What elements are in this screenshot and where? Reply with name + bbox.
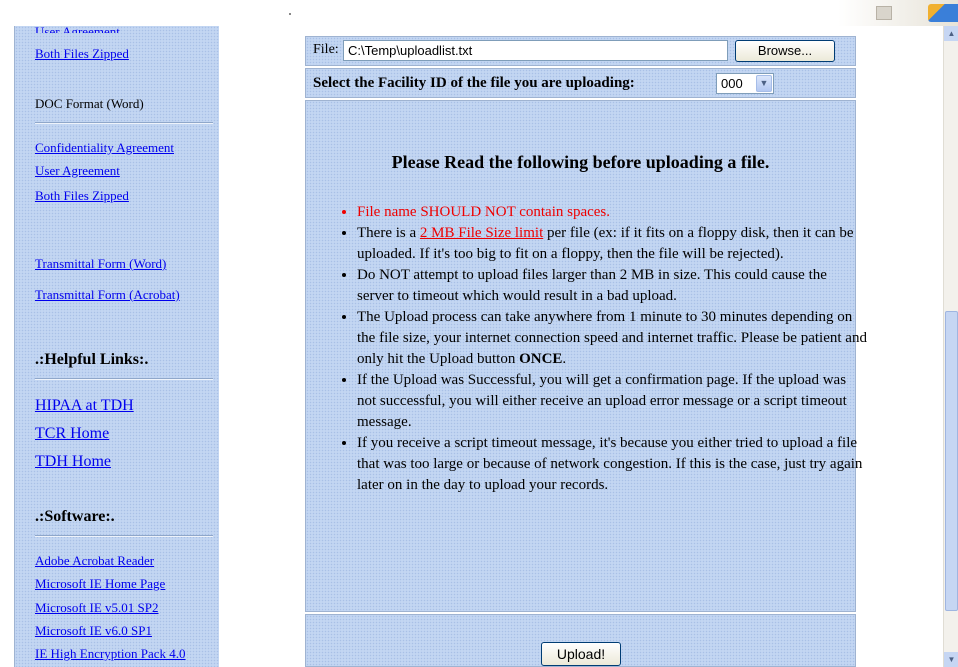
- list-item-text: There is a: [357, 225, 420, 241]
- windows-logo-icon: [928, 4, 958, 22]
- upload-button[interactable]: Upload!: [541, 642, 621, 666]
- upload-row: Upload!: [305, 614, 856, 667]
- sidebar-link-ie-60[interactable]: Microsoft IE v6.0 SP1: [35, 623, 152, 639]
- emphasis-once: ONCE: [519, 351, 563, 367]
- sidebar-link-user-agreement-pdf[interactable]: User Agreement: [35, 24, 120, 33]
- vertical-scrollbar[interactable]: ▲ ▼: [943, 26, 958, 667]
- browse-button[interactable]: Browse...: [735, 40, 835, 62]
- instructions-panel: Please Read the following before uploadi…: [305, 100, 867, 612]
- scroll-thumb[interactable]: [945, 311, 958, 611]
- file-size-limit-link[interactable]: 2 MB File Size limit: [420, 225, 543, 241]
- instructions-heading: Please Read the following before uploadi…: [391, 152, 770, 172]
- sidebar-link-ie-home[interactable]: Microsoft IE Home Page: [35, 576, 165, 592]
- facility-label: Select the Facility ID of the file you a…: [313, 75, 635, 91]
- sidebar-link-tdh-home[interactable]: TDH Home: [35, 453, 111, 471]
- sidebar-link-both-files-zipped-pdf[interactable]: Both Files Zipped: [35, 46, 129, 62]
- sidebar-link-ie-encryption[interactable]: IE High Encryption Pack 4.0: [35, 646, 186, 662]
- list-item-text: The Upload process can take anywhere fro…: [357, 309, 867, 367]
- list-item-text: .: [562, 351, 567, 367]
- sidebar-link-confidentiality-agreement[interactable]: Confidentiality Agreement: [35, 140, 174, 156]
- list-item-text: If the Upload was Successful, you will g…: [357, 372, 847, 430]
- facility-id-select[interactable]: 000 ▼: [716, 73, 774, 94]
- list-item: There is a 2 MB File Size limit per file…: [357, 223, 867, 265]
- sidebar-link-transmittal-word[interactable]: Transmittal Form (Word): [35, 256, 166, 272]
- divider: [35, 122, 213, 124]
- list-item: File name SHOULD NOT contain spaces.: [357, 202, 867, 223]
- helpful-links-header: .:Helpful Links:.: [35, 351, 149, 368]
- file-path-input[interactable]: C:\Temp\uploadlist.txt: [343, 40, 728, 61]
- file-row: File: C:\Temp\uploadlist.txt Browse...: [305, 36, 856, 66]
- scroll-down-icon[interactable]: ▼: [944, 652, 958, 667]
- facility-id-value: 000: [721, 76, 743, 91]
- list-item: The Upload process can take anywhere fro…: [357, 307, 867, 370]
- no-spaces-warning: File name SHOULD NOT contain spaces.: [357, 204, 611, 220]
- sidebar-link-adobe-reader[interactable]: Adobe Acrobat Reader: [35, 553, 154, 569]
- facility-row: Select the Facility ID of the file you a…: [305, 68, 856, 98]
- divider: [35, 535, 213, 537]
- sidebar: User Agreement Both Files Zipped DOC For…: [14, 24, 219, 667]
- sidebar-link-tcr-home[interactable]: TCR Home: [35, 425, 109, 443]
- list-item: If the Upload was Successful, you will g…: [357, 370, 867, 433]
- doc-format-label: DOC Format (Word): [35, 96, 144, 111]
- toolbar-icon[interactable]: [876, 6, 892, 20]
- divider: [35, 378, 213, 380]
- list-item: If you receive a script timeout message,…: [357, 433, 867, 496]
- instructions-list: File name SHOULD NOT contain spaces. The…: [337, 202, 867, 496]
- scroll-up-icon[interactable]: ▲: [944, 26, 958, 41]
- sidebar-link-hipaa[interactable]: HIPAA at TDH: [35, 397, 134, 415]
- separator-mark: [289, 13, 291, 15]
- sidebar-link-transmittal-acrobat[interactable]: Transmittal Form (Acrobat): [35, 287, 180, 303]
- chevron-down-icon[interactable]: ▼: [756, 75, 772, 92]
- software-header: .:Software:.: [35, 508, 115, 525]
- sidebar-link-user-agreement[interactable]: User Agreement: [35, 163, 120, 179]
- upload-panel: File: C:\Temp\uploadlist.txt Browse... S…: [305, 26, 867, 667]
- list-item: Do NOT attempt to upload files larger th…: [357, 265, 867, 307]
- list-item-text: Do NOT attempt to upload files larger th…: [357, 267, 827, 304]
- sidebar-link-both-files-zipped[interactable]: Both Files Zipped: [35, 188, 129, 204]
- sidebar-link-ie-501[interactable]: Microsoft IE v5.01 SP2: [35, 600, 159, 616]
- file-label: File:: [313, 42, 339, 57]
- list-item-text: If you receive a script timeout message,…: [357, 435, 863, 493]
- browser-top-strip: [0, 0, 958, 26]
